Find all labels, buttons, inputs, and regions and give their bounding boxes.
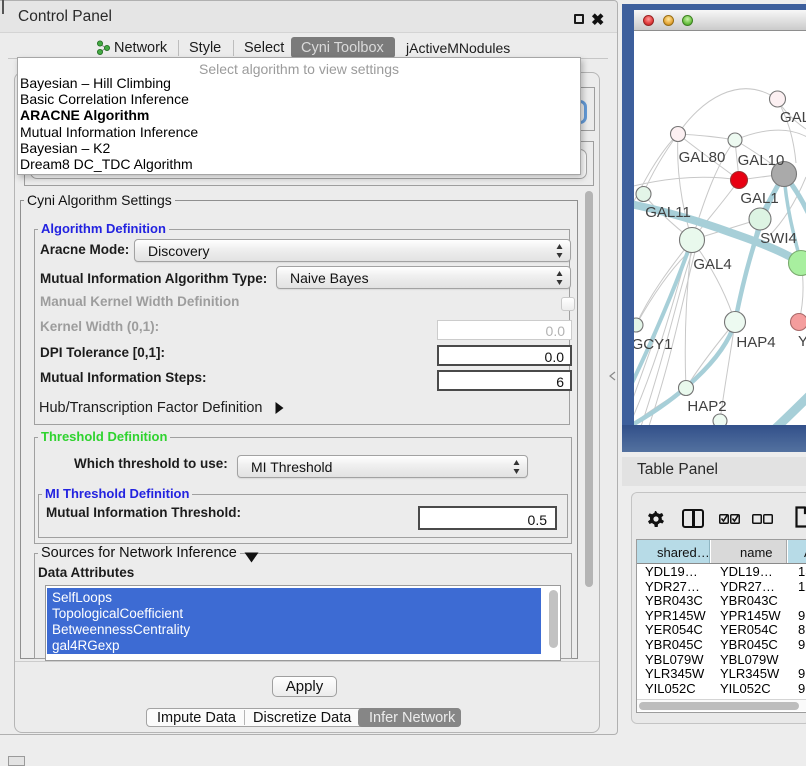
svg-text:GAL1: GAL1 (740, 190, 778, 207)
svg-text:HAP2: HAP2 (687, 398, 726, 415)
svg-text:GCY1: GCY1 (634, 336, 672, 353)
svg-text:GAL4: GAL4 (693, 256, 731, 273)
svg-text:GAL7: GAL7 (780, 109, 806, 126)
svg-text:GAL11: GAL11 (645, 204, 691, 221)
svg-text:Y: Y (798, 333, 806, 350)
svg-text:GAL10: GAL10 (738, 152, 785, 169)
svg-text:GAL80: GAL80 (679, 149, 726, 166)
svg-text:HAP4: HAP4 (736, 334, 775, 351)
svg-text:SWI4: SWI4 (760, 230, 797, 247)
